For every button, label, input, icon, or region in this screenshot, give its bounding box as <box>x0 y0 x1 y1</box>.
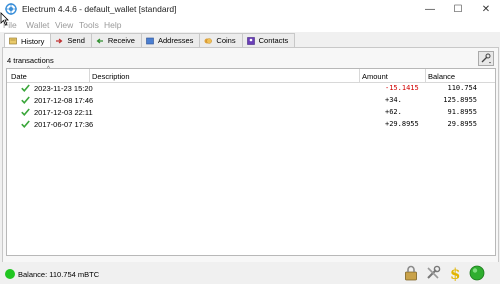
menu-tools[interactable]: Tools <box>79 20 99 30</box>
column-description[interactable]: Description <box>92 72 130 81</box>
menu-help[interactable]: Help <box>104 20 121 30</box>
tab-history[interactable]: History <box>4 33 52 48</box>
tools-icon <box>481 53 491 64</box>
tab-receive-label: Receive <box>107 36 135 45</box>
network-status-icon[interactable] <box>469 265 485 281</box>
receive-icon <box>96 37 104 45</box>
tab-coins-label: Coins <box>216 36 236 45</box>
tab-bar: History Send Receive Addresses Coins Con… <box>4 33 296 48</box>
history-table: Date ^ Description Amount Balance 2023-1… <box>6 66 496 256</box>
row-balance: 125.8955 <box>443 96 477 104</box>
tab-contacts-label: Contacts <box>258 36 289 45</box>
minimize-button[interactable]: — <box>416 0 444 18</box>
row-amount: -15.1415 <box>385 84 419 92</box>
tab-addresses[interactable]: Addresses <box>140 33 201 47</box>
contacts-icon <box>246 36 255 45</box>
title-bar: Electrum 4.4.6 - default_wallet [standar… <box>0 0 500 18</box>
column-date[interactable]: Date <box>11 72 27 81</box>
connection-status-icon <box>5 269 15 279</box>
confirmed-check-icon <box>21 108 30 116</box>
tab-send-label: Send <box>67 36 85 45</box>
lock-icon[interactable] <box>403 265 419 281</box>
menu-bar: File Wallet View Tools Help <box>0 18 500 32</box>
row-balance: 29.8955 <box>447 120 477 128</box>
send-icon <box>55 37 63 45</box>
status-balance: Balance: 110.754 mBTC <box>18 270 100 279</box>
table-row[interactable]: 2017-06-07 17:36 +29.8955 29.8955 <box>7 119 495 130</box>
coins-icon <box>204 37 213 45</box>
confirmed-check-icon <box>21 84 30 92</box>
confirmed-check-icon <box>21 96 30 104</box>
tab-contacts[interactable]: Contacts <box>241 33 296 47</box>
row-amount: +29.8955 <box>385 120 419 128</box>
svg-text:$: $ <box>450 265 460 281</box>
close-button[interactable]: ✕ <box>472 0 500 18</box>
seed-icon[interactable]: $ <box>447 265 463 281</box>
row-amount: +62. <box>385 108 402 116</box>
addresses-icon <box>146 37 154 45</box>
history-tools-button[interactable] <box>478 51 494 66</box>
preferences-icon[interactable] <box>425 265 441 281</box>
row-date: 2017-12-03 22:11 <box>34 108 93 117</box>
mouse-cursor-icon <box>0 12 9 26</box>
row-date: 2017-12-08 17:46 <box>34 96 94 105</box>
table-row[interactable]: 2023-11-23 15:20 -15.1415 110.754 <box>7 83 495 94</box>
row-amount: +34. <box>385 96 402 104</box>
status-bar: Balance: 110.754 mBTC $ <box>0 262 500 284</box>
tab-coins[interactable]: Coins <box>199 33 243 47</box>
row-date: 2023-11-23 15:20 <box>34 84 93 93</box>
row-balance: 110.754 <box>447 84 477 92</box>
column-balance[interactable]: Balance <box>428 72 455 81</box>
tab-receive[interactable]: Receive <box>90 33 142 47</box>
row-balance: 91.8955 <box>447 108 477 116</box>
sort-ascending-icon: ^ <box>47 66 50 72</box>
transaction-count: 4 transactions <box>7 56 54 65</box>
menu-view[interactable]: View <box>55 20 73 30</box>
table-row[interactable]: 2017-12-08 17:46 +34. 125.8955 <box>7 95 495 106</box>
column-amount[interactable]: Amount <box>362 72 388 81</box>
maximize-button[interactable]: ☐ <box>444 0 472 18</box>
window-title: Electrum 4.4.6 - default_wallet [standar… <box>22 4 177 14</box>
table-row[interactable]: 2017-12-03 22:11 +62. 91.8955 <box>7 107 495 118</box>
tab-addresses-label: Addresses <box>157 36 194 45</box>
row-date: 2017-06-07 17:36 <box>34 120 94 129</box>
tab-send[interactable]: Send <box>50 33 92 47</box>
tab-history-label: History <box>21 36 45 46</box>
table-header: Date ^ Description Amount Balance <box>7 66 495 83</box>
confirmed-check-icon <box>21 120 30 128</box>
history-icon <box>9 37 17 45</box>
menu-wallet[interactable]: Wallet <box>26 20 49 30</box>
